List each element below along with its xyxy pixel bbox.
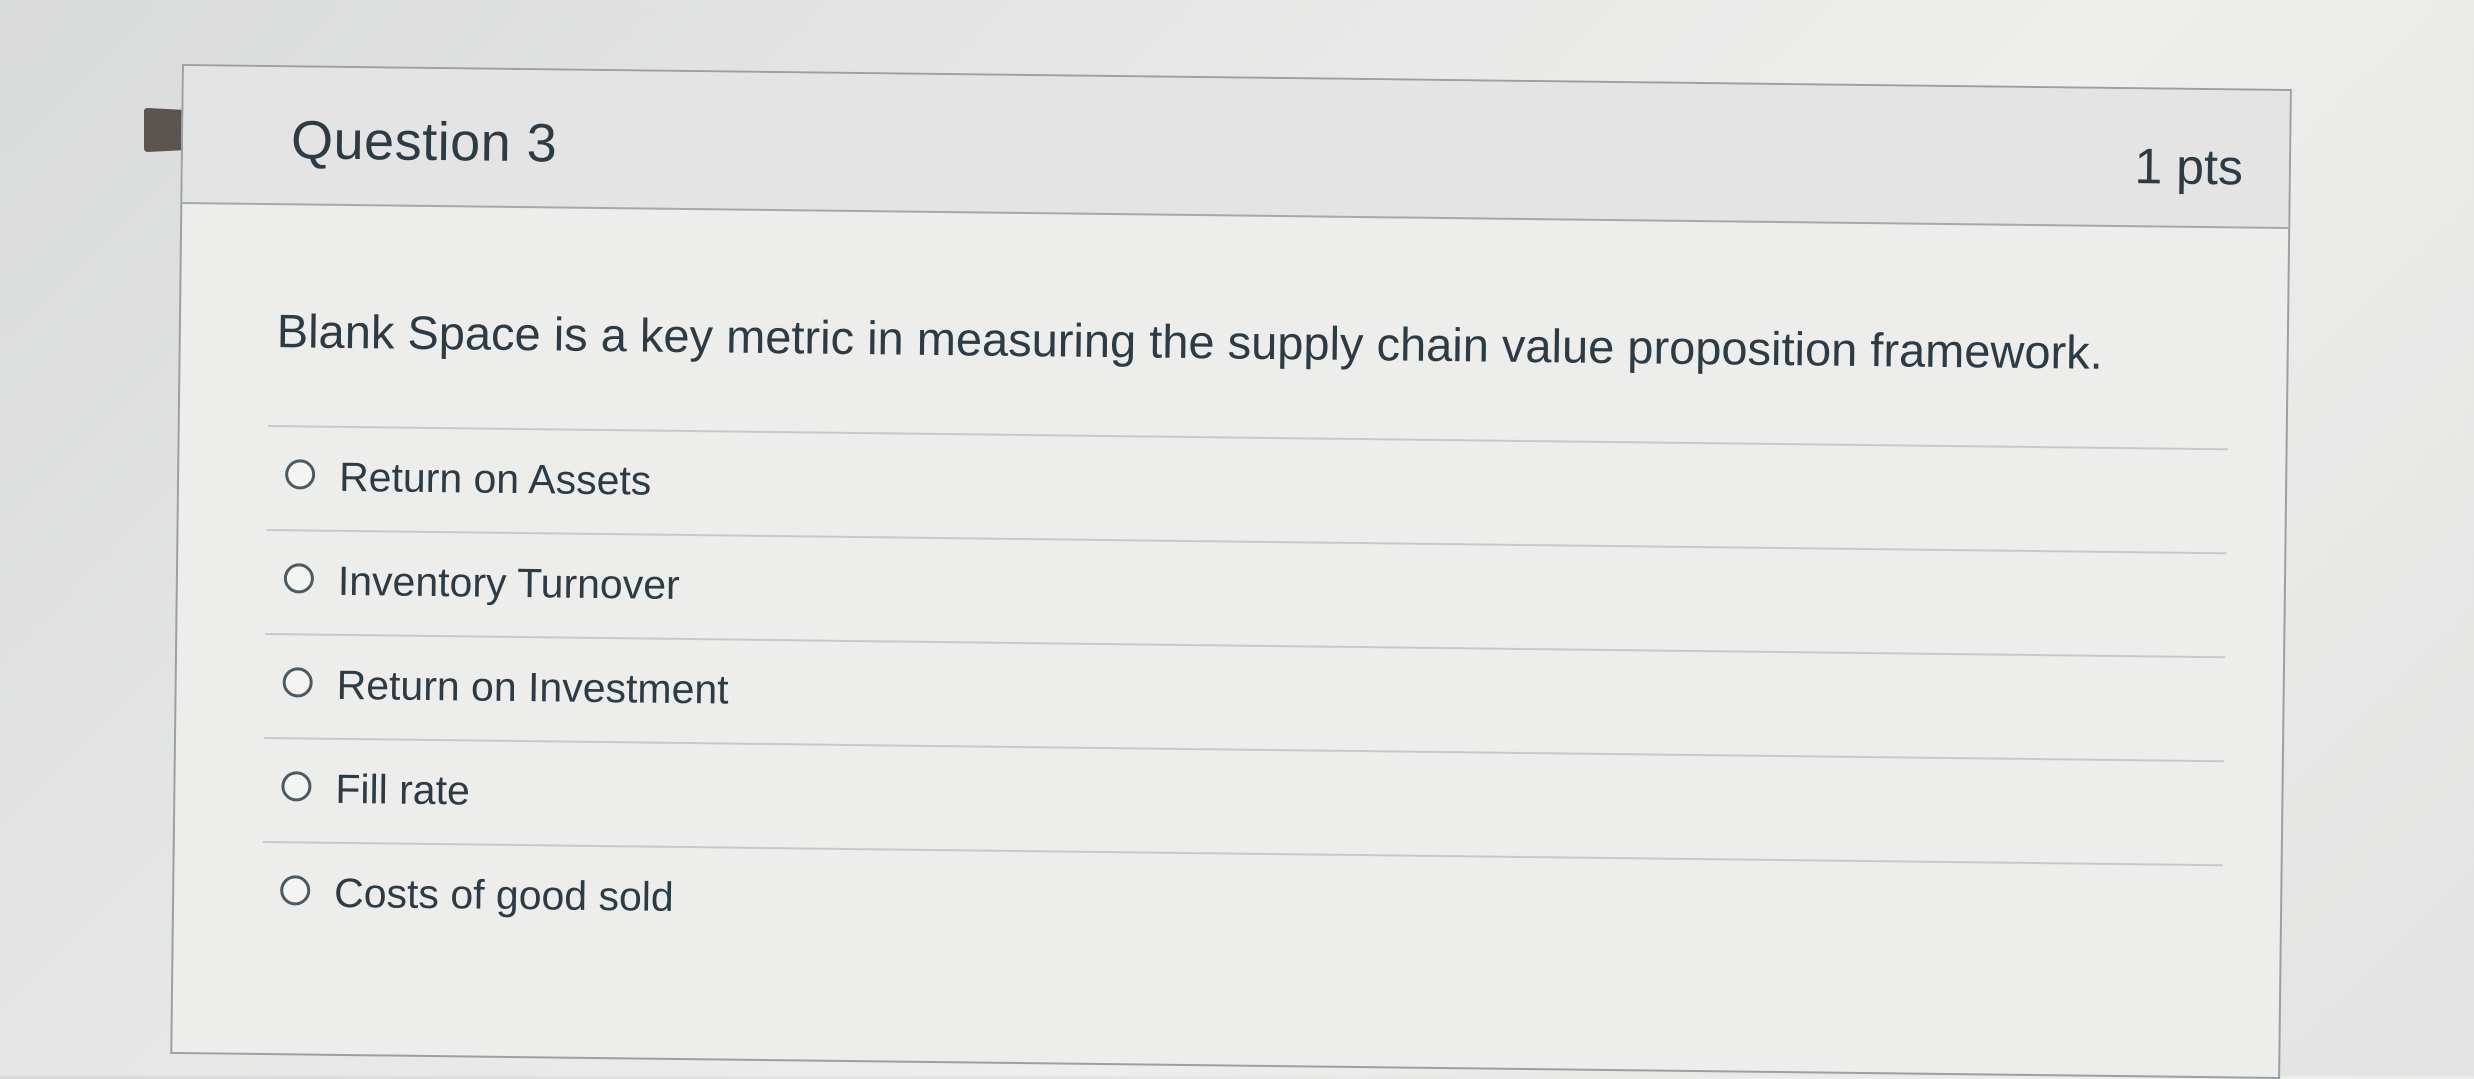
radio-button[interactable] — [284, 459, 316, 490]
answer-label[interactable]: Inventory Turnover — [338, 558, 680, 609]
radio-button[interactable] — [280, 875, 311, 906]
answer-label[interactable]: Return on Investment — [336, 662, 729, 714]
radio-button[interactable] — [281, 771, 312, 802]
question-text: Blank Space is a key metric in measuring… — [276, 304, 2104, 379]
answer-list: Return on Assets Inventory Turnover Retu… — [261, 425, 2228, 971]
question-title: Question 3 — [290, 110, 558, 174]
answer-label[interactable]: Return on Assets — [339, 454, 652, 505]
question-card: Question 3 1 pts Blank Space is a key me… — [170, 64, 2292, 1079]
question-header: Question 3 1 pts — [182, 66, 2290, 230]
answer-option-costs-of-good-sold[interactable]: Costs of good sold — [262, 843, 2223, 970]
radio-button[interactable] — [283, 563, 315, 594]
question-points: 1 pts — [2134, 138, 2244, 196]
radio-button[interactable] — [282, 667, 313, 698]
answer-label[interactable]: Costs of good sold — [334, 870, 674, 921]
answer-label[interactable]: Fill rate — [335, 766, 470, 815]
